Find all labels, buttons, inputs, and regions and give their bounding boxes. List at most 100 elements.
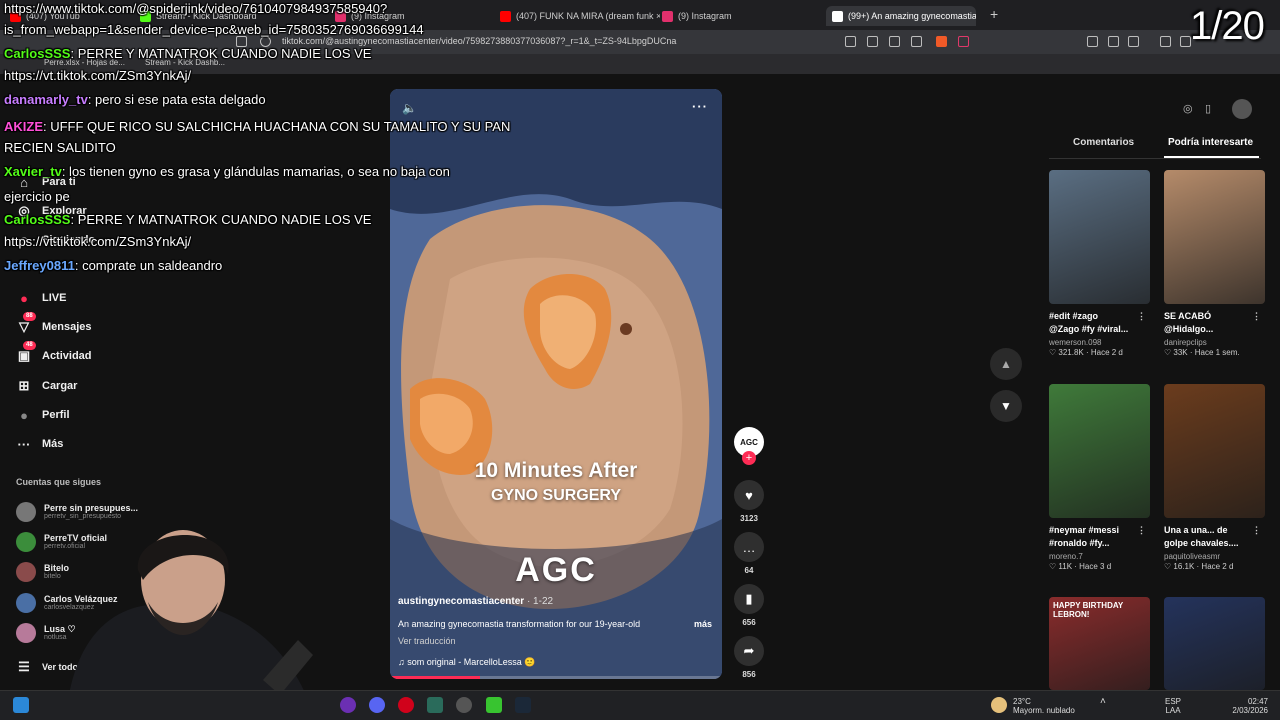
weather-widget[interactable]: 23°C Mayorm. nublado	[1013, 697, 1075, 715]
avatar	[16, 593, 36, 613]
kick-icon[interactable]	[486, 697, 502, 713]
sound-link[interactable]: ♫ som original - MarcelloLessa 🙂	[398, 657, 536, 668]
like-count: 3123	[740, 514, 758, 523]
chat-text: https://www.tiktok.com/@spiderjink/video…	[4, 1, 388, 16]
brave-shield-icon[interactable]	[936, 36, 947, 47]
browser-tab[interactable]: (407) FUNK NA MIRA (dream funk ×	[500, 6, 660, 26]
more-button[interactable]: más	[694, 619, 712, 629]
lang-code: ESP	[1165, 697, 1182, 706]
user-avatar[interactable]	[1232, 99, 1252, 119]
card-menu-icon[interactable]: ⋮	[1137, 524, 1146, 537]
webcam-overlay	[68, 530, 313, 700]
video-thumbnail	[1164, 597, 1265, 690]
account-name: Perre sin presupues...	[44, 503, 139, 513]
coins-icon[interactable]: ◎	[1183, 102, 1193, 115]
share-icon[interactable]	[911, 36, 922, 47]
sidebar-item-perfil[interactable]: ● Perfil	[16, 407, 70, 423]
comment-count: 64	[744, 566, 754, 575]
translate-link[interactable]: Ver traducción	[398, 636, 456, 646]
tab-suggested[interactable]: Podría interesarte	[1168, 137, 1253, 148]
chat-text: RECIEN SALIDITO	[4, 140, 116, 155]
chat-text: https://vt.tiktok.com/ZSm3YnkAj/	[4, 234, 192, 249]
suggested-video-card[interactable]: Una a una... de golpe chavales.... ⋮ paqui…	[1164, 384, 1265, 571]
browser-tab[interactable]: (9) Instagram	[662, 6, 772, 26]
chat-text: is_from_webapp=1&sender_device=pc&web_id…	[4, 22, 424, 37]
chat-text: : pero si ese pata esta delgado	[87, 92, 266, 107]
card-title: #neymar #messi #ronaldo #fy...	[1049, 525, 1120, 548]
upload-icon: ⊞	[18, 378, 30, 393]
follow-plus-icon[interactable]: +	[742, 451, 756, 465]
windows-start-icon[interactable]	[13, 697, 29, 713]
volume-icon[interactable]: 🔈	[402, 101, 417, 115]
weather-temp: 23°C	[1013, 697, 1031, 706]
sidebar-item-label: Perfil	[42, 409, 70, 421]
music-icon[interactable]	[1160, 36, 1171, 47]
discord-icon[interactable]	[369, 697, 385, 713]
sidebar-item-ms[interactable]: ··· Más	[16, 436, 64, 452]
save-button[interactable]: ▮ 656	[733, 584, 765, 627]
sidebar-item-mensajes[interactable]: ▽ 88 Mensajes	[16, 312, 92, 335]
card-menu-icon[interactable]: ⋮	[1137, 310, 1146, 323]
chat-text: : PERRE Y MATNATROK CUANDO NADIE LOS VE	[70, 46, 372, 61]
brave-rewards-icon[interactable]	[958, 36, 969, 47]
puzzle-icon[interactable]	[1108, 36, 1119, 47]
next-video-button[interactable]: ▼	[990, 390, 1022, 422]
video-author-name[interactable]: austingynecomastiacenter	[398, 596, 524, 607]
video-author[interactable]: austingynecomastiacenter · 1-22	[398, 596, 553, 607]
card-menu-icon[interactable]: ⋮	[1252, 524, 1261, 537]
steam-icon[interactable]	[515, 697, 531, 713]
chat-message: https://www.tiktok.com/@spiderjink/video…	[4, 1, 387, 17]
chat-text: : PERRE Y MATNATROK CUANDO NADIE LOS VE	[70, 212, 372, 227]
card-meta: ♡ 11K · Hace 3 d	[1049, 562, 1112, 571]
previous-video-button[interactable]: ▲	[990, 348, 1022, 380]
suggested-video-card[interactable]: SE ACABÓ @Hidalgo... ⋮ danirepclips ♡ 33K ·…	[1164, 170, 1265, 357]
wallet-icon[interactable]	[1128, 36, 1139, 47]
card-menu-icon[interactable]: ⋮	[1252, 310, 1261, 323]
video-progress-bar[interactable]	[390, 676, 722, 679]
card-meta: ♡ 33K · Hace 1 sem.	[1164, 348, 1240, 357]
following-account[interactable]: Perre sin presupues... perretv_sin_presup…	[16, 502, 138, 522]
card-author[interactable]: moreno.7	[1049, 552, 1150, 561]
card-author[interactable]: danirepclips	[1164, 338, 1265, 347]
comment-button[interactable]: … 64	[733, 532, 765, 575]
screen-cast-icon[interactable]	[889, 36, 900, 47]
video-thumbnail	[1164, 384, 1265, 518]
video-menu-icon[interactable]: ···	[692, 99, 708, 114]
sidebar-item-live[interactable]: ● LIVE	[16, 290, 66, 306]
suggested-video-card[interactable]: HAPPY BIRTHDAY LEBRON!	[1049, 597, 1150, 690]
tray-chevron-icon[interactable]: ˄	[1100, 697, 1106, 707]
sidebar-item-cargar[interactable]: ⊞ Cargar	[16, 378, 78, 394]
share-button[interactable]: ➦ 856	[733, 636, 765, 679]
suggested-video-card[interactable]: #neymar #messi #ronaldo #fy... ⋮ moreno.7 ♡…	[1049, 384, 1150, 571]
suggested-video-card[interactable]	[1164, 597, 1265, 690]
device-icon[interactable]: ▯	[1205, 102, 1211, 115]
settings-gear-icon[interactable]	[456, 697, 472, 713]
language-indicator[interactable]: ESP LAA	[1165, 697, 1181, 715]
card-title: #edit #zago @Zago #fy #viral...	[1049, 311, 1129, 334]
sidebar-item-actividad[interactable]: ▣ 48 Actividad	[16, 341, 92, 364]
tab-label: (9) Instagram	[678, 11, 732, 21]
opera-icon[interactable]	[398, 697, 414, 713]
terminal-icon[interactable]	[427, 697, 443, 713]
like-button[interactable]: ♥ 3123	[733, 480, 765, 523]
avatar	[16, 532, 36, 552]
sidebar-item-label: Actividad	[42, 350, 92, 362]
extension-icon[interactable]	[1087, 36, 1098, 47]
share-arrow-icon: ➦	[734, 636, 764, 666]
browser-tab[interactable]: (99+) An amazing gynecomastia×	[826, 6, 976, 26]
sidebar-item-label: Cargar	[42, 380, 78, 392]
chat-message: danamarly_tv: pero si ese pata esta delg…	[4, 92, 266, 108]
clock[interactable]: 02:47 2/03/2026	[1226, 697, 1268, 715]
chat-username: AKIZE	[4, 119, 43, 134]
tab-favicon-icon	[662, 10, 673, 22]
screen: (407) YouTube Stream - Kick Dashboard (9) …	[0, 0, 1280, 720]
translate-icon[interactable]	[867, 36, 878, 47]
reader-icon[interactable]	[845, 36, 856, 47]
suggested-video-card[interactable]: #edit #zago @Zago #fy #viral... ⋮ wemerson…	[1049, 170, 1150, 357]
obs-icon[interactable]	[340, 697, 356, 713]
new-tab-button[interactable]: +	[990, 6, 998, 22]
tab-comments[interactable]: Comentarios	[1073, 137, 1134, 148]
card-author[interactable]: wemerson.098	[1049, 338, 1150, 347]
card-author[interactable]: paquitoliveasmr	[1164, 552, 1265, 561]
sidebar-item-label: Mensajes	[42, 321, 92, 333]
